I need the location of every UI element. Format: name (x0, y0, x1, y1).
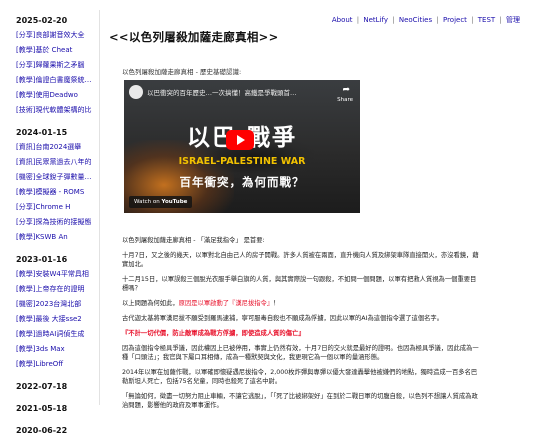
play-button[interactable] (226, 130, 254, 150)
sidebar-post-link[interactable]: [資訊]台南2024選舉 (16, 140, 96, 155)
sidebar-post-link[interactable]: [技術]現代軟體架構的比 (16, 103, 96, 118)
intro-line: 以色列屠殺加薩走廊真相 - 歷史基礎認識: (122, 68, 242, 76)
highlight-quote: 『不計一切代價，防止敵軍成為戰方俘擄，即使造成人質的傷亡』 (122, 330, 305, 337)
play-icon (237, 135, 245, 145)
date-heading: 2022-07-18 (16, 382, 68, 391)
video-title[interactable]: 以巴衝突的百年歷史…一次搞懂！高鐵是爭戰頭首… (147, 87, 297, 97)
nav-separator: | (499, 16, 502, 24)
article-paragraph: 2014年以軍在加薩作戰，以軍確即懷疑遇尼拔指令，2,000枚炸彈與專彈以優大發… (122, 369, 478, 385)
sidebar: 2025-02-20 [分享]良部謝音效大全 [教學]基於 Cheat [分享]… (16, 14, 96, 438)
article-paragraph: 十二月15日，以軍誤殺三個脫光衣服手舉白旗的人質，與其實際說一句跟殺，不如問一個… (122, 276, 477, 292)
share-icon[interactable]: ➦ (342, 85, 350, 95)
date-heading: 2025-02-20 (16, 16, 68, 25)
sidebar-post-link[interactable]: [教學]最後 大接sse2 (16, 312, 96, 327)
date-heading: 2020-06-22 (16, 426, 68, 435)
watch-prefix: Watch on (134, 199, 160, 205)
nav-link-project[interactable]: Project (443, 16, 467, 24)
nav-separator: | (392, 16, 395, 24)
sidebar-post-link[interactable]: [教學]3ds Max (16, 342, 96, 357)
youtube-embed[interactable]: 以巴衝突的百年歷史…一次搞懂！高鐵是爭戰頭首… ➦ Share 以巴 戰爭 IS… (124, 80, 360, 213)
date-group: 2023-01-16 [教學]安裝W4平常具相 [教學]上帝存在的證明 [機密]… (16, 253, 96, 372)
sidebar-post-link[interactable]: [教學]上帝存在的證明 (16, 282, 96, 297)
article-paragraph: 以色列屠殺加薩走廊真相 - 「滿足我指令」 是首要: (122, 237, 265, 244)
nav-link-neocities[interactable]: NeoCities (399, 16, 432, 24)
date-heading: 2021-05-18 (16, 404, 68, 413)
article-paragraph: 古代迦太基將軍漢尼拔不願受到羅馬逮捕，寧可服毒自殺也不願成為俘擄，因此以軍的AI… (122, 315, 444, 322)
channel-avatar[interactable] (129, 85, 143, 99)
date-heading: 2024-01-15 (16, 128, 68, 137)
sidebar-post-link[interactable]: [教學]安裝W4平常具相 (16, 267, 96, 282)
sidebar-post-link[interactable]: [教學]KSWB An (16, 230, 96, 245)
sidebar-post-link[interactable]: [機密]2023台灣北部 (16, 297, 96, 312)
sidebar-post-link[interactable]: [教學]模擬器 - ROMS (16, 185, 96, 200)
sidebar-post-link[interactable]: [分享]歸蘿果斯之矛腦 (16, 58, 96, 73)
sidebar-post-link[interactable]: [分享]Chrome H (16, 200, 96, 215)
sidebar-post-link[interactable]: [資訊]民眾黨過去八年的 (16, 155, 96, 170)
nav-link-netlify[interactable]: NetLify (363, 16, 388, 24)
article-paragraph: 十月7日，又之後的幾天，以軍對北自由己人的房子開戰。許多人質被在兩面，直升機向人… (122, 252, 479, 268)
article-paragraph: 以上問題為何如此，原因是以軍啟動了『漢尼拔指令』！ (122, 299, 482, 308)
nav-link-admin[interactable]: 管理 (506, 16, 520, 24)
sidebar-post-link[interactable]: [教學]使用Deadwo (16, 88, 96, 103)
page-title: <<以色列屠殺加薩走廊真相>> (109, 30, 279, 44)
date-heading: 2023-01-16 (16, 255, 68, 264)
date-group: 2025-02-20 [分享]良部謝音效大全 [教學]基於 Cheat [分享]… (16, 14, 96, 118)
divider (99, 10, 100, 405)
youtube-logo: YouTube (161, 199, 188, 205)
nav-link-test[interactable]: TEST (478, 16, 495, 24)
paragraph-text: ！ (273, 300, 280, 307)
watch-on-youtube-button[interactable]: Watch on YouTube (129, 196, 193, 208)
nav-separator: | (356, 16, 360, 24)
sidebar-post-link[interactable]: [分享]良部謝音效大全 (16, 28, 96, 43)
paragraph-text: 以上問題為何如此， (122, 300, 179, 307)
sidebar-post-link[interactable]: [教學]倫證白書魔祭統… (16, 73, 96, 88)
sidebar-post-link[interactable]: [分享]探為技術的接擬態 (16, 215, 96, 230)
sidebar-post-link[interactable]: [教學]基於 Cheat (16, 43, 96, 58)
sidebar-post-link[interactable]: [教學]LibreOff (16, 357, 96, 372)
article-body: 以色列屠殺加薩走廊真相 - 「滿足我指令」 是首要: 十月7日，又之後的幾天，以… (122, 236, 482, 416)
sidebar-post-link[interactable]: [教學]過時AI詞偵生成 (16, 327, 96, 342)
article-paragraph: 「無論如何，徵盡一切努力阻止車輛，不讓它逃脫」，「「死了比被綁架好」在到於二戰日… (122, 393, 478, 409)
nav-link-about[interactable]: About (332, 16, 353, 24)
video-tagline: 百年衝突，為何而戰？ (179, 175, 305, 189)
article-paragraph: 因為這個指令極具爭議，因此權因上已被停用，事實上仍然有效，十月7日的交火就是最好… (122, 345, 479, 361)
top-nav: About | NetLify | NeoCities | Project | … (332, 15, 520, 25)
highlight-text: 原因是以軍啟動了『漢尼拔指令』 (178, 300, 274, 307)
video-subheadline: ISRAEL-PALESTINE WAR (178, 156, 306, 167)
nav-separator: | (436, 16, 439, 24)
sidebar-post-link[interactable]: [機密]全球銳子彈數量… (16, 170, 96, 185)
nav-separator: | (471, 16, 474, 24)
date-group: 2024-01-15 [資訊]台南2024選舉 [資訊]民眾黨過去八年的 [機密… (16, 126, 96, 245)
share-label[interactable]: Share (337, 97, 353, 103)
